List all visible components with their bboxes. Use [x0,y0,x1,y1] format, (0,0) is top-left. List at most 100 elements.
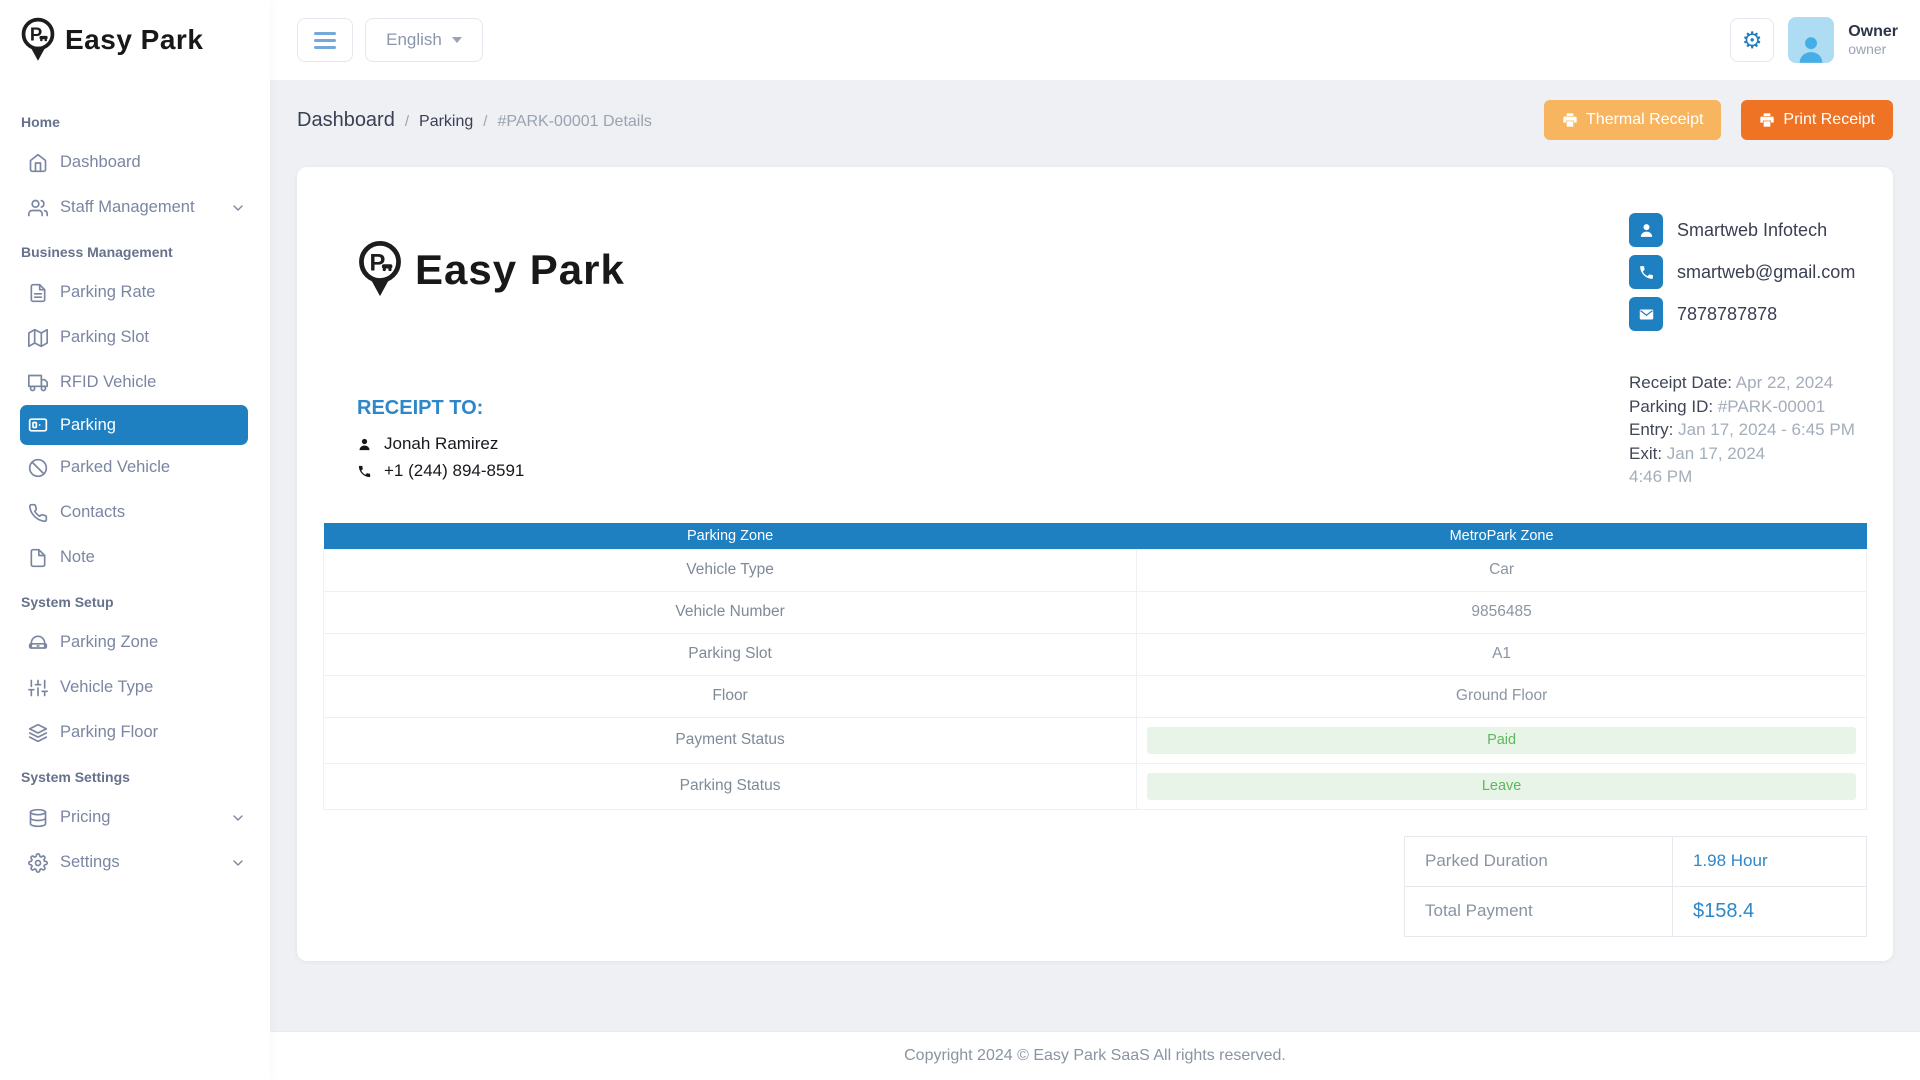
parking-id: #PARK-00001 [1718,397,1825,416]
sidebar-item-note[interactable]: Parking Zone Note [0,535,270,580]
print-receipt-button[interactable]: Print Receipt [1741,100,1893,140]
thermal-receipt-button[interactable]: Thermal Receipt [1544,100,1721,140]
sidebar-item-contacts[interactable]: Contacts [0,490,270,535]
receipt-card: P Easy Park RECEIPT TO: Jonah Ramirez +1… [297,167,1893,961]
chevron-down-icon [230,200,246,216]
map-icon [28,327,50,349]
svg-text:P: P [30,24,42,45]
phone-icon [28,502,50,524]
receipt-to-title: RECEIPT TO: [357,397,625,420]
sidebar-item-dashboard[interactable]: Dashboard [0,140,270,185]
receipt-date: Apr 22, 2024 [1736,373,1833,392]
sidebar-item-pricing[interactable]: Pricing [0,795,270,840]
sliders-icon [28,677,50,699]
user-meta[interactable]: Owner owner [1848,22,1904,58]
database-icon [28,807,50,829]
sidebar-item-rfid-vehicle[interactable]: RFID Vehicle [0,360,270,405]
settings-button[interactable]: ⚙ [1730,18,1774,62]
company-phone-row: 7878787878 [1629,297,1867,331]
receipt-meta: Receipt Date: Apr 22, 2024 Parking ID: #… [1629,371,1867,489]
home-icon [28,152,50,174]
sidebar-item-parking-zone[interactable]: Parking Zone [0,620,270,665]
zone-header: Parking Zone [324,523,1137,549]
language-dropdown[interactable]: English [365,18,483,62]
breadcrumb-parking[interactable]: Parking [419,113,473,131]
brand-logo[interactable]: P Easy Park [0,0,270,80]
layers-icon [28,722,50,744]
sidebar-item-parking[interactable]: Parking [20,405,248,445]
phone-icon [1629,255,1663,289]
sidebar-item-parking-slot[interactable]: Parking Slot [0,315,270,360]
sidebar-item-parking-floor[interactable]: Parking Floor [0,710,270,755]
zone-value-header: MetroPark Zone [1137,523,1867,549]
sidebar-item-parked-vehicle[interactable]: Parked Vehicle [0,445,270,490]
person-icon [1794,33,1828,63]
gear-icon [28,852,50,874]
brand-name: Easy Park [65,24,203,56]
company-email-row: smartweb@gmail.com [1629,255,1867,289]
avatar[interactable] [1788,17,1834,63]
exit-time: 4:46 PM [1629,467,1692,486]
sidebar-section-system-settings: System Settings [0,755,270,795]
user-name: Owner [1848,22,1898,41]
copyright-text: Copyright 2024 © Easy Park SaaS All righ… [904,1047,1286,1065]
ban-icon [28,457,50,479]
customer-phone-row: +1 (244) 894-8591 [357,461,625,481]
entry-datetime: Jan 17, 2024 - 6:45 PM [1678,420,1855,439]
parking-details-table: Parking Zone MetroPark Zone Vehicle Type… [323,523,1867,810]
main-content: Dashboard / Parking / #PARK-00001 Detail… [270,0,1920,961]
total-payment-value: $158.4 [1672,886,1866,936]
status-badge: Leave [1147,773,1856,800]
footer: Copyright 2024 © Easy Park SaaS All righ… [270,1031,1920,1080]
sidebar-item-vehicle-type[interactable]: Vehicle Type [0,665,270,710]
file-text-icon [28,282,50,304]
car-icon [28,632,50,654]
table-row: Floor Ground Floor [324,675,1867,717]
table-row: Parking Slot A1 [324,633,1867,675]
sidebar-section-home: Home [0,100,270,140]
customer-name: Jonah Ramirez [384,434,498,454]
breadcrumb: Dashboard / Parking / #PARK-00001 Detail… [297,109,652,132]
sidebar-item-parking-rate[interactable]: Parking Rate [0,270,270,315]
language-label: English [386,30,442,50]
topbar: English ⚙ Owner owner [270,0,1920,80]
sidebar-item-settings[interactable]: Settings [0,840,270,885]
map-pin-logo-icon: P [357,240,403,299]
company-email: smartweb@gmail.com [1677,262,1855,283]
chevron-down-icon [230,810,246,826]
parked-duration-value: 1.98 Hour [1672,836,1866,886]
receipt-brand-name: Easy Park [415,246,625,294]
sidebar-section-system-setup: System Setup [0,580,270,620]
company-phone: 7878787878 [1677,304,1777,325]
svg-text:P: P [370,249,386,276]
sidebar-toggle-button[interactable] [297,18,353,62]
sidebar-nav: Home Dashboard Staff Management Business… [0,80,270,885]
status-badge: Paid [1147,727,1856,754]
chevron-down-icon [230,855,246,871]
table-row: Parking Status Leave [324,763,1867,809]
gear-icon: ⚙ [1742,27,1763,54]
phone-icon [357,464,372,479]
table-row: Payment Status Paid [324,717,1867,763]
sidebar: P Easy Park Home Dashboard Staff Managem… [0,0,270,1080]
totals-table: Parked Duration 1.98 Hour Total Payment … [1404,836,1867,937]
caret-down-icon [452,37,462,43]
person-icon [357,437,372,452]
map-pin-logo-icon: P [20,17,56,63]
users-icon [28,197,50,219]
envelope-icon [1629,297,1663,331]
table-row: Total Payment $158.4 [1405,886,1867,936]
company-name: Smartweb Infotech [1677,220,1827,241]
hamburger-icon [314,32,336,49]
printer-icon [1759,112,1775,128]
user-role: owner [1848,41,1898,58]
customer-phone: +1 (244) 894-8591 [384,461,524,481]
sidebar-item-staff-management[interactable]: Staff Management [0,185,270,230]
receipt-logo: P Easy Park [357,240,625,299]
breadcrumb-dashboard[interactable]: Dashboard [297,109,395,132]
table-row: Vehicle Type Car [324,549,1867,591]
printer-icon [1562,112,1578,128]
customer-name-row: Jonah Ramirez [357,434,625,454]
table-row: Vehicle Number 9856485 [324,591,1867,633]
person-icon [1629,213,1663,247]
